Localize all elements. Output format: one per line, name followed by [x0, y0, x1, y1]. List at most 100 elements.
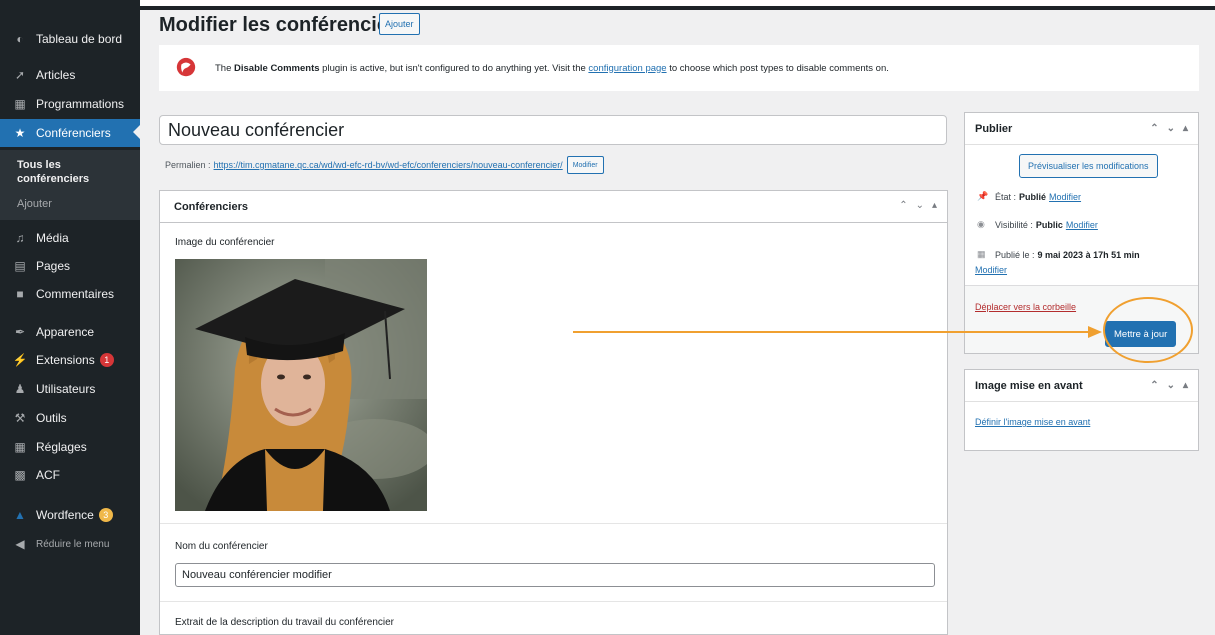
sidebar-item-acf[interactable]: ▩ ACF — [0, 462, 140, 488]
sidebar-item-pages[interactable]: ▤ Pages — [0, 253, 140, 279]
edit-date-row: Modifier — [975, 265, 1007, 275]
sidebar-item-programmations[interactable]: ▦ Programmations — [0, 91, 140, 117]
status-label: État : — [995, 191, 1017, 202]
visibility-label: Visibilité : — [995, 219, 1033, 230]
update-button[interactable]: Mettre à jour — [1105, 321, 1177, 347]
calendar-icon: ▦ — [14, 97, 26, 111]
sidebar-item-label: Tableau de bord — [36, 32, 123, 46]
notice-middle: plugin is active, but isn't configured t… — [319, 62, 589, 74]
conferenciers-metabox: Conférenciers ⌃ ⌄ ▴ Image du conférencie… — [159, 190, 948, 635]
edit-date-link[interactable]: Modifier — [975, 265, 1007, 275]
collapse-toggle-icon[interactable]: ▴ — [1183, 123, 1188, 134]
permalink-row: Permalien : https://tim.cgmatane.qc.ca/w… — [165, 156, 604, 174]
post-title-input[interactable]: Nouveau conférencier — [159, 115, 947, 145]
published-label: Publié le : — [995, 249, 1035, 260]
collapse-toggle-icon[interactable]: ▴ — [1183, 380, 1188, 391]
status-value: Publié — [1019, 191, 1047, 202]
sidebar-item-label: ACF — [36, 468, 60, 482]
sidebar-item-label: Programmations — [36, 97, 125, 111]
sidebar-item-label: Articles — [36, 68, 76, 82]
collapse-menu-button[interactable]: ◀ Réduire le menu — [0, 531, 140, 557]
set-featured-image-link[interactable]: Définir l'image mise en avant — [975, 417, 1090, 427]
sidebar-item-label: Outils — [36, 411, 67, 425]
conferenciers-submenu: Tous les conférenciers Ajouter — [0, 150, 140, 220]
metabox-controls: ⌃ ⌄ ▴ — [899, 200, 937, 211]
sidebar-item-dashboard[interactable]: ◐ Tableau de bord — [0, 26, 140, 52]
dashboard-icon: ◐ — [16, 32, 24, 46]
edit-permalink-button[interactable]: Modifier — [566, 156, 604, 174]
preview-changes-button[interactable]: Prévisualiser les modifications — [1019, 154, 1158, 178]
configuration-page-link[interactable]: configuration page — [588, 63, 666, 74]
star-icon: ★ — [14, 126, 26, 140]
edit-status-link[interactable]: Modifier — [1049, 192, 1081, 202]
move-down-icon[interactable]: ⌄ — [1167, 380, 1175, 391]
notice-prefix: The — [215, 62, 235, 74]
pin-icon: 📌 — [977, 191, 989, 201]
sidebar-item-label: Pages — [36, 259, 71, 273]
submenu-all-conferenciers[interactable]: Tous les conférenciers — [17, 158, 127, 186]
sidebar-item-conferenciers[interactable]: ★ Conférenciers — [0, 119, 140, 147]
submenu-add[interactable]: Ajouter — [17, 198, 52, 210]
sidebar-item-comments[interactable]: ■ Commentaires — [0, 281, 140, 307]
move-down-icon[interactable]: ⌄ — [1167, 123, 1175, 134]
sidebar-item-extensions[interactable]: ⚡ Extensions 1 — [0, 347, 140, 373]
sidebar-item-media[interactable]: ♫ Média — [0, 225, 140, 251]
sidebar-item-articles[interactable]: ➚ Articles — [0, 62, 140, 88]
notice-plugin-name: Disable Comments — [234, 62, 320, 74]
conferencier-name-input[interactable]: Nouveau conférencier modifier — [175, 563, 935, 587]
collapse-menu-label: Réduire le menu — [36, 538, 110, 550]
move-up-icon[interactable]: ⌃ — [1150, 380, 1158, 391]
field-separator — [160, 601, 947, 602]
published-value: 9 mai 2023 à 17h 51 min — [1037, 249, 1140, 260]
image-field-label: Image du conférencier — [175, 237, 275, 248]
field-separator — [160, 523, 947, 524]
add-new-button[interactable]: Ajouter — [379, 13, 420, 35]
move-up-icon[interactable]: ⌃ — [1150, 123, 1158, 134]
edit-visibility-link[interactable]: Modifier — [1066, 220, 1098, 230]
excerpt-field-label: Extrait de la description du travail du … — [175, 617, 395, 628]
brush-icon: ✒ — [14, 325, 26, 339]
move-down-icon[interactable]: ⌄ — [916, 200, 924, 211]
sidebar-item-settings[interactable]: ▦ Réglages — [0, 434, 140, 460]
sidebar-item-label: Conférenciers — [36, 126, 111, 140]
featured-image-metabox: Image mise en avant ⌃ ⌄ ▴ Définir l'imag… — [964, 369, 1199, 451]
sidebar-item-label: Média — [36, 231, 69, 245]
disable-comments-plugin-icon — [176, 57, 196, 77]
move-up-icon[interactable]: ⌃ — [899, 200, 907, 211]
eye-icon: ◉ — [977, 219, 985, 229]
featured-image-title: Image mise en avant — [975, 379, 1083, 392]
featured-controls: ⌃ ⌄ ▴ — [1150, 380, 1188, 391]
publish-header: Publier ⌃ ⌄ ▴ — [965, 113, 1198, 145]
publish-title: Publier — [975, 122, 1013, 135]
sidebar-item-appearance[interactable]: ✒ Apparence — [0, 319, 140, 345]
sidebar-item-label: Réglages — [36, 440, 87, 454]
permalink-url-link[interactable]: https://tim.cgmatane.qc.ca/wd/wd-efc-rd-… — [214, 160, 563, 170]
visibility-row: ◉ Visibilité : Public Modifier — [977, 219, 1098, 230]
update-count-badge: 1 — [99, 353, 114, 367]
page-title: Modifier les conférenciers — [159, 14, 407, 36]
sidebar-item-label: Apparence — [36, 325, 95, 339]
conferencier-photo[interactable] — [175, 259, 427, 511]
sidebar-item-wordfence[interactable]: ▲ Wordfence 3 — [0, 502, 140, 528]
sidebar-item-users[interactable]: ♟ Utilisateurs — [0, 376, 140, 402]
permalink-label: Permalien : — [165, 160, 211, 170]
status-row: 📌 État : Publié Modifier — [977, 191, 1081, 202]
comment-icon: ■ — [16, 287, 24, 301]
collapse-toggle-icon[interactable]: ▴ — [932, 200, 937, 211]
sidebar-item-tools[interactable]: ⚒ Outils — [0, 405, 140, 431]
name-field-label: Nom du conférencier — [175, 541, 268, 552]
sidebar-item-label: Wordfence — [36, 508, 94, 522]
metabox-title: Conférenciers — [174, 200, 248, 213]
sidebar-item-label: Extensions — [36, 353, 95, 367]
publish-metabox: Publier ⌃ ⌄ ▴ Prévisualiser les modifica… — [964, 112, 1199, 354]
sidebar-item-label: Utilisateurs — [36, 382, 96, 396]
disable-comments-notice: The Disable Comments plugin is active, b… — [159, 45, 1199, 91]
visibility-value: Public — [1035, 219, 1063, 230]
page-icon: ▤ — [14, 259, 26, 273]
top-border-line — [140, 6, 1215, 10]
sidebar-item-label: Commentaires — [36, 287, 115, 301]
published-date-row: ▦ Publié le :9 mai 2023 à 17h 51 min — [977, 249, 1140, 260]
graduate-photo-illustration — [175, 259, 427, 511]
move-to-trash-link[interactable]: Déplacer vers la corbeille — [975, 302, 1076, 312]
calendar-icon: ▦ — [977, 249, 986, 259]
